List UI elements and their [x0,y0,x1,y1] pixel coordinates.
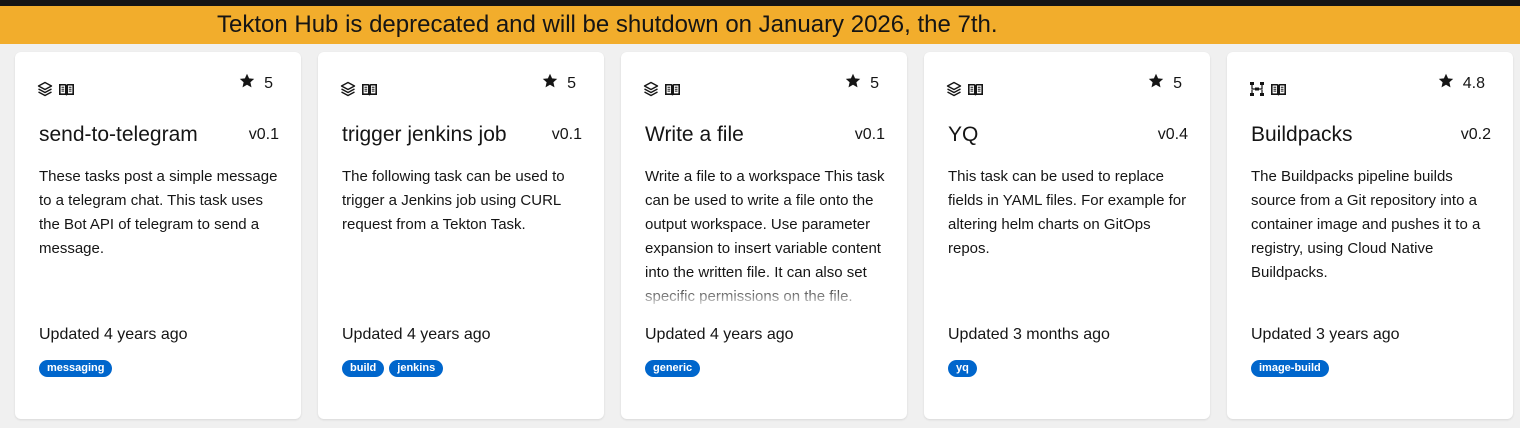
resource-card[interactable]: 5 send-to-telegram v0.1 These tasks post… [15,52,301,419]
card-tags: generic [645,360,701,377]
card-description: This task can be used to replace fields … [948,168,1187,257]
layers-icon [946,81,962,97]
card-icons [1249,81,1287,97]
pipeline-icon [1249,81,1265,97]
card-updated: Updated 3 months ago [948,326,1110,343]
tag[interactable]: yq [948,360,977,377]
card-updated: Updated 3 years ago [1251,326,1400,343]
rating: 5 [1148,73,1182,94]
tag[interactable]: jenkins [389,360,444,377]
tag[interactable]: generic [645,360,701,377]
card-version: v0.1 [551,126,582,143]
card-updated: Updated 4 years ago [342,326,491,343]
rating: 4.8 [1438,73,1485,94]
book-icon [1270,81,1287,97]
card-icons [340,81,378,97]
rating-value: 5 [567,74,576,92]
layers-icon [340,81,356,97]
star-icon [542,73,558,94]
card-version: v0.4 [1157,126,1188,143]
card-title[interactable]: Write a file [645,122,744,148]
layers-icon [643,81,659,97]
rating: 5 [239,73,273,94]
card-description: Write a file to a workspace This task ca… [645,168,885,305]
tag[interactable]: messaging [39,360,113,377]
tag[interactable]: build [342,360,385,377]
star-icon [845,73,861,94]
card-tags: yq [948,360,977,377]
resource-card[interactable]: 5 Write a file v0.1 Write a file to a wo… [621,52,907,419]
resource-card[interactable]: 5 trigger jenkins job v0.1 The following… [318,52,604,419]
deprecation-banner: Tekton Hub is deprecated and will be shu… [0,6,1520,44]
rating-value: 5 [264,74,273,92]
rating-value: 5 [1173,74,1182,92]
star-icon [1148,73,1164,94]
card-icons [37,81,75,97]
layers-icon [37,81,53,97]
resource-card[interactable]: 4.8 Buildpacks v0.2 The Buildpacks pipel… [1227,52,1513,419]
star-icon [239,73,255,94]
resource-card[interactable]: 5 YQ v0.4 This task can be used to repla… [924,52,1210,419]
card-tags: image-build [1251,360,1329,377]
card-description: These tasks post a simple message to a t… [39,168,278,257]
card-icons [946,81,984,97]
tag[interactable]: image-build [1251,360,1329,377]
star-icon [1438,73,1454,94]
card-tags: build jenkins [342,360,444,377]
rating: 5 [845,73,879,94]
banner-text: Tekton Hub is deprecated and will be shu… [217,11,998,38]
card-version: v0.2 [1460,126,1491,143]
card-icons [643,81,681,97]
book-icon [967,81,984,97]
book-icon [664,81,681,97]
card-title[interactable]: trigger jenkins job [342,122,507,148]
card-version: v0.1 [854,126,885,143]
card-version: v0.1 [248,126,279,143]
card-title[interactable]: Buildpacks [1251,122,1353,148]
rating-value: 5 [870,74,879,92]
card-updated: Updated 4 years ago [645,326,794,343]
card-description: The following task can be used to trigge… [342,168,565,233]
card-description: The Buildpacks pipeline builds source fr… [1251,168,1481,281]
rating-value: 4.8 [1462,74,1485,92]
card-title[interactable]: YQ [948,122,978,148]
card-title[interactable]: send-to-telegram [39,122,198,148]
card-updated: Updated 4 years ago [39,326,188,343]
rating: 5 [542,73,576,94]
book-icon [361,81,378,97]
card-tags: messaging [39,360,113,377]
book-icon [58,81,75,97]
